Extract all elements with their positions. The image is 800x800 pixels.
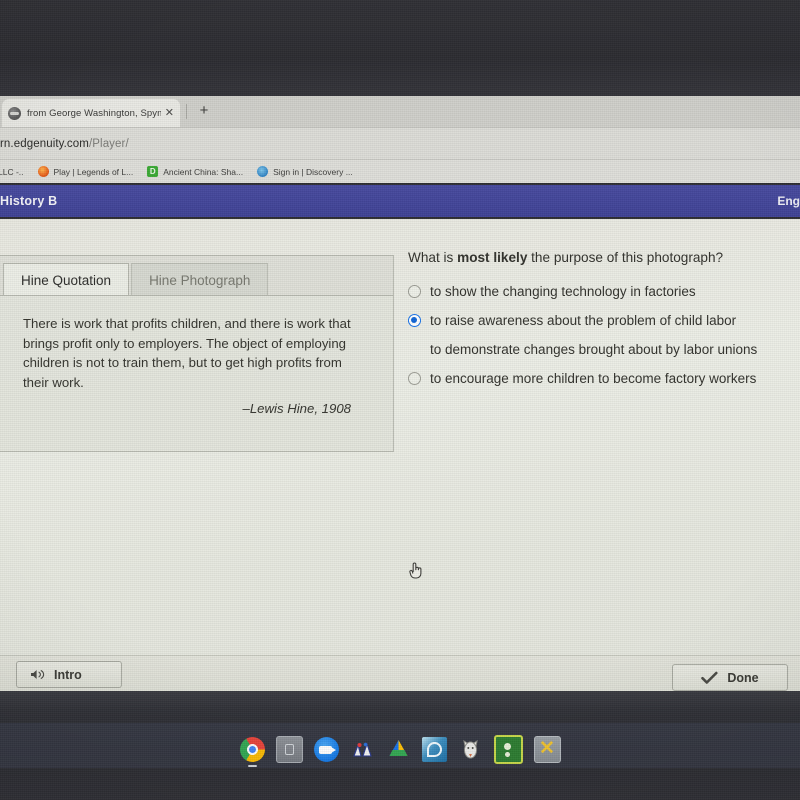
bookmark-item[interactable]: LLC -..	[0, 167, 24, 177]
pear-deck-icon[interactable]	[421, 737, 447, 762]
answer-option-label: to raise awareness about the problem of …	[430, 313, 737, 328]
course-header: History B Eng	[0, 185, 800, 217]
address-bar[interactable]: rn.edgenuity.com/Player/	[0, 127, 800, 159]
done-button-label: Done	[727, 670, 759, 685]
files-icon[interactable]	[275, 736, 303, 763]
quote-text: There is work that profits children, and…	[23, 316, 351, 390]
url-path: /Player/	[88, 137, 129, 150]
tab-title: from George Washington, Spym	[27, 107, 161, 119]
prompt-emphasis: most likely	[457, 250, 528, 265]
bookmarks-bar: LLC -.. Play | Legends of L... Ancient C…	[0, 159, 800, 183]
bookmark-item[interactable]: Play | Legends of L...	[37, 166, 134, 177]
discovery-icon	[257, 166, 269, 177]
bookmark-label: Play | Legends of L...	[53, 166, 134, 177]
quote-panel: Hine Quotation Hine Photograph There is …	[0, 255, 394, 452]
answer-option-3[interactable]: to demonstrate changes brought about by …	[408, 340, 800, 359]
kami-icon[interactable]	[350, 737, 375, 762]
answer-option-label: to encourage more children to become fac…	[430, 371, 757, 386]
radio-button[interactable]	[408, 372, 421, 385]
url-text: rn.edgenuity.com/Player/	[0, 138, 129, 150]
bookmark-item[interactable]: Ancient China: Sha...	[147, 166, 243, 177]
intro-button[interactable]: Intro	[16, 661, 122, 688]
bookmark-label: Ancient China: Sha...	[163, 166, 244, 177]
tab-label: Hine Photograph	[149, 272, 251, 288]
course-title: History B	[0, 194, 58, 208]
close-icon[interactable]: ✕	[165, 107, 174, 119]
quote-panel-tabs: Hine Quotation Hine Photograph	[0, 256, 393, 296]
browser-tab[interactable]: from George Washington, Spym ✕	[2, 99, 180, 127]
x-app-icon[interactable]	[533, 736, 561, 763]
new-tab-button[interactable]: +	[196, 103, 212, 119]
url-domain: rn.edgenuity.com	[0, 137, 89, 150]
app-running-indicator	[247, 764, 257, 767]
answer-option-4[interactable]: to encourage more children to become fac…	[408, 369, 800, 388]
monitor-bezel-top	[0, 0, 800, 97]
quote-body: There is work that profits children, and…	[0, 295, 393, 451]
firefox-icon	[37, 166, 49, 177]
tab-hine-photograph[interactable]: Hine Photograph	[131, 263, 269, 296]
hand-pointer-cursor-icon	[409, 562, 422, 579]
tab-favicon-icon	[8, 106, 21, 120]
google-classroom-icon[interactable]	[493, 735, 523, 764]
radio-button-selected[interactable]	[408, 314, 421, 327]
browser-chrome: from George Washington, Spym ✕ + rn.edge…	[0, 96, 800, 183]
speaker-icon	[30, 668, 45, 681]
question-panel: What is most likely the purpose of this …	[408, 249, 800, 398]
answer-option-label: to demonstrate changes brought about by …	[430, 342, 758, 357]
bookmark-item[interactable]: Sign in | Discovery ...	[257, 166, 353, 177]
zoom-icon[interactable]	[313, 737, 339, 762]
prompt-part-1: What is	[408, 250, 458, 265]
chrome-icon[interactable]	[239, 737, 265, 767]
answer-option-2[interactable]: to raise awareness about the problem of …	[408, 311, 800, 330]
tabstrip-divider	[186, 104, 187, 119]
radio-button[interactable]	[408, 285, 421, 298]
screenshot-root: from George Washington, Spym ✕ + rn.edge…	[0, 0, 800, 800]
done-button[interactable]: Done	[672, 664, 788, 691]
tab-hine-quotation[interactable]: Hine Quotation	[3, 263, 130, 296]
language-label[interactable]: Eng	[777, 194, 800, 208]
cat-app-icon[interactable]	[458, 737, 483, 762]
shelf-icon-row	[0, 735, 800, 767]
intro-button-label: Intro	[54, 667, 82, 682]
check-icon	[701, 671, 718, 685]
tab-label: Hine Quotation	[21, 272, 112, 288]
answer-option-label: to show the changing technology in facto…	[430, 284, 696, 299]
prompt-part-2: the purpose of this photograph?	[527, 250, 724, 265]
bookmark-label: LLC -..	[0, 166, 24, 177]
lesson-canvas: Hine Quotation Hine Photograph There is …	[0, 219, 800, 691]
quote-attribution: –Lewis Hine, 1908	[242, 401, 351, 416]
bookmark-label: Sign in | Discovery ...	[273, 166, 353, 177]
google-drive-icon[interactable]	[386, 737, 411, 762]
answer-option-1[interactable]: to show the changing technology in facto…	[408, 282, 800, 301]
duolingo-icon	[147, 166, 159, 177]
browser-tabstrip: from George Washington, Spym ✕ +	[0, 96, 800, 127]
question-prompt: What is most likely the purpose of this …	[408, 249, 800, 267]
